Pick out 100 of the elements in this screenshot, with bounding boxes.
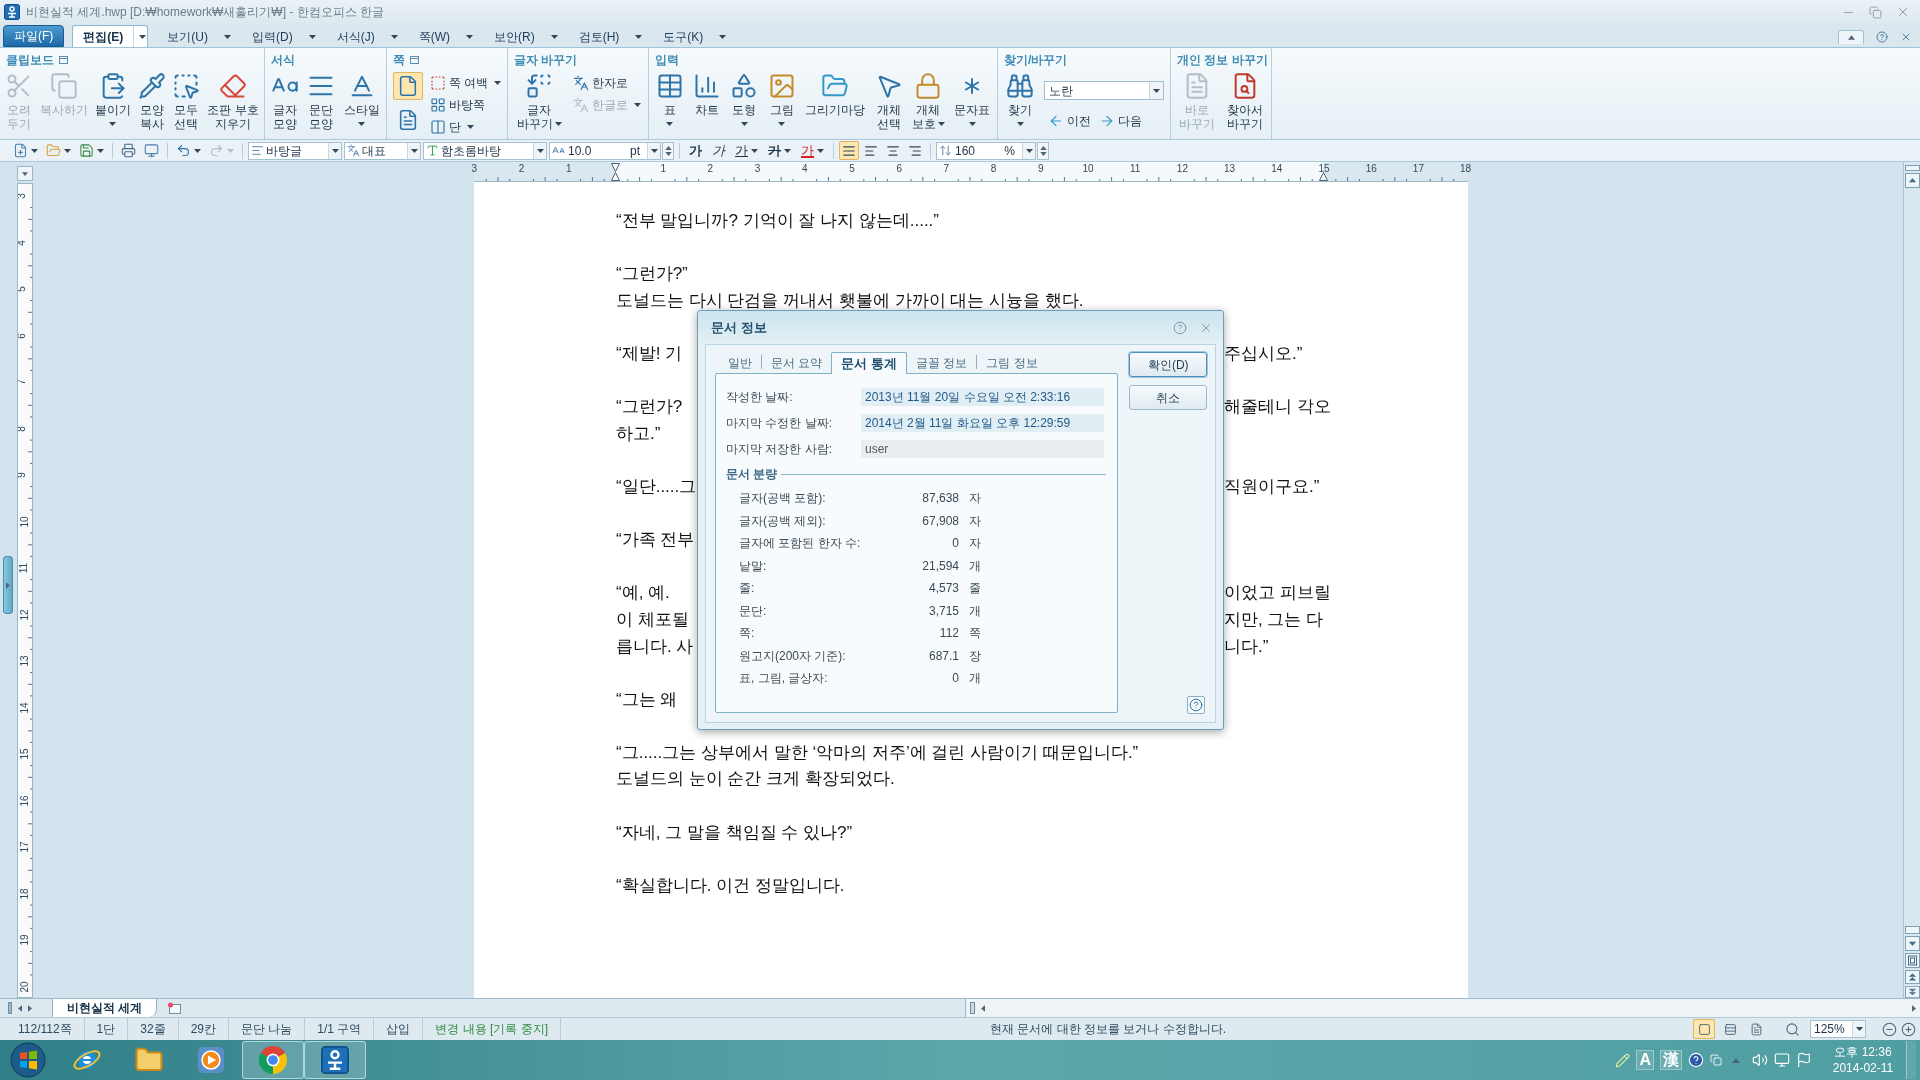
ribbon-button[interactable]: 한자로 [573,72,642,93]
monitor-icon[interactable] [1774,1052,1790,1068]
italic-button[interactable]: 가 [708,140,729,161]
dropdown-field[interactable]: 함초롬바탕 [423,141,547,160]
dialog-button[interactable]: 확인(D) [1129,352,1207,377]
ribbon-button[interactable]: 문자표 [952,72,993,131]
zoom-field[interactable]: 125% [1810,1020,1866,1038]
close-icon[interactable] [1900,31,1912,43]
ribbon-button[interactable]: 글자 바꾸기 [514,72,564,131]
close-icon[interactable] [1896,5,1910,19]
ribbon-button[interactable]: 표 [653,72,686,131]
search-icon[interactable] [1785,1021,1800,1037]
previous-tab-icon[interactable] [18,1004,22,1012]
help-button[interactable] [1187,696,1205,714]
collapse-ribbon-button[interactable] [1838,30,1864,44]
dialog-tab[interactable]: 문서 요약 [762,353,832,373]
scroll-thumb[interactable] [970,1002,976,1014]
menu-tab[interactable]: 보기(U) [156,25,233,47]
ribbon-button[interactable]: 붙이기 [92,72,133,131]
underline-button[interactable]: 가 [731,140,762,161]
tab-scroll-handle[interactable] [8,1002,12,1014]
ribbon-button[interactable]: 스타일 [341,72,382,131]
speaker-icon[interactable] [1752,1052,1768,1068]
down-triangle-icon[interactable] [1039,151,1047,156]
zoom-out-icon[interactable] [1882,1021,1897,1037]
ribbon-button[interactable]: 이전 [1048,110,1091,131]
dropdown-button[interactable] [328,142,341,159]
menu-tab[interactable]: 도구(K) [652,25,729,47]
pencil-icon[interactable] [1615,1052,1631,1068]
font-color-button[interactable]: 가 [797,140,828,161]
down-triangle-icon[interactable] [664,151,672,156]
dialog-tab[interactable]: 글꼴 정보 [906,353,977,373]
ribbon-button[interactable]: 단 [430,116,502,137]
scroll-right-icon[interactable] [1912,1004,1916,1012]
menu-tab[interactable]: 편집(E) [72,25,149,47]
double-down-arrow-icon[interactable] [1904,986,1920,998]
view-button[interactable] [1693,1019,1715,1039]
dialog-button[interactable]: 취소 [1129,385,1207,410]
split-handle[interactable] [1904,165,1920,171]
page-view-icon[interactable] [1904,953,1920,968]
menu-tab[interactable]: 검토(H) [567,25,645,47]
bold-button[interactable]: 가 [685,140,706,161]
dropdown-field[interactable]: 대표 [344,141,421,160]
launcher-icon[interactable] [410,56,419,64]
number-field[interactable]: 10.0 pt [549,141,661,160]
scroll-left-icon[interactable] [981,1004,986,1012]
indent-marker-icon[interactable] [611,163,620,181]
launcher-icon[interactable] [59,56,68,64]
horizontal-scrollbar[interactable] [965,999,1920,1017]
ribbon-button[interactable]: 개체 보호 [909,72,947,131]
dropdown-field[interactable]: 바탕글 [248,141,342,160]
menu-tab[interactable]: 보안(R) [483,25,560,47]
up-triangle-icon[interactable] [664,145,672,150]
taskbar-button[interactable] [304,1041,366,1079]
dialog-tab[interactable]: 일반 [719,353,761,373]
ribbon-button[interactable]: 찾기 [1004,72,1036,131]
menu-tab[interactable]: 서식(J) [325,25,400,47]
ribbon-button[interactable]: 다음 [1099,110,1142,131]
align-button[interactable] [839,141,859,160]
ribbon-button[interactable]: 차트 [691,72,724,117]
new-tab-icon[interactable] [167,1002,182,1014]
ribbon-button[interactable]: 그리기마당 [803,72,868,117]
ribbon-button[interactable]: 도형 [728,72,761,131]
next-tab-icon[interactable] [28,1004,32,1012]
ribbon-button[interactable]: 개체 선택 [872,72,905,131]
ribbon-button[interactable]: 쪽 여백 [430,72,502,93]
scroll-down-icon[interactable] [1904,936,1920,951]
ribbon-button[interactable]: 글자 모양 [269,72,302,131]
flag-icon[interactable] [1796,1052,1812,1068]
windows-icon[interactable] [1710,1054,1722,1066]
up-triangle-icon[interactable] [1039,145,1047,150]
menu-tab[interactable]: 입력(D) [241,25,318,47]
search-field[interactable]: 노란 [1044,81,1164,100]
menu-tab[interactable]: 쪽(W) [407,25,475,47]
dropdown-button[interactable] [1852,1021,1865,1037]
ribbon-button[interactable]: 찾아서 바꾸기 [1225,72,1265,131]
dialog-tab[interactable]: 문서 통계 [831,352,907,374]
ribbon-button[interactable] [392,72,423,100]
strikethrough-button[interactable]: 가 [764,140,795,161]
zoom-in-icon[interactable] [1901,1021,1916,1037]
scroll-thumb[interactable] [1904,926,1920,934]
dropdown-button[interactable] [533,142,546,159]
dropdown-button[interactable] [1149,82,1163,99]
dropdown-button[interactable] [407,142,420,159]
double-up-arrow-icon[interactable] [1904,970,1920,984]
scroll-up-icon[interactable] [1904,173,1920,188]
vertical-scrollbar[interactable] [1903,162,1920,998]
start-button[interactable] [10,1042,46,1078]
ribbon-button[interactable]: 문단 모양 [305,72,338,131]
dropdown-button[interactable] [647,142,660,159]
document-tab[interactable]: 비현실적 세계 [52,999,158,1017]
ribbon-button[interactable]: 조판 부호 지우기 [205,72,261,131]
ruler-corner-button[interactable] [17,166,33,181]
ribbon-button[interactable]: 모양 복사 [135,72,168,131]
dialog-tab[interactable]: 그림 정보 [977,353,1047,373]
ribbon-button[interactable]: 바탕쪽 [430,94,502,115]
side-panel-handle[interactable] [3,556,13,614]
dropdown-button[interactable] [1022,142,1035,159]
file-menu-tab[interactable]: 파일(F) [3,25,65,47]
ribbon-button[interactable]: 모두 선택 [170,72,203,131]
